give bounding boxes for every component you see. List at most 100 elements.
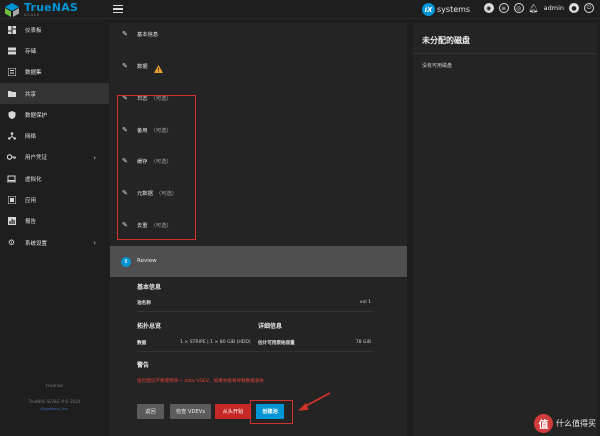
brand-name: TrueNAS: [24, 0, 79, 14]
back-button[interactable]: 返回: [137, 404, 164, 419]
sidebar-item-label: 应用: [25, 198, 37, 205]
datasets-icon: [7, 68, 16, 77]
step-label: 元数据 （可选）: [137, 191, 178, 197]
divider: [137, 351, 374, 352]
truenas-logo[interactable]: TrueNAS SCALE: [4, 1, 78, 18]
reports-icon: [7, 217, 16, 226]
brand-edition: SCALE: [24, 12, 41, 17]
step-label: 数据: [137, 64, 148, 70]
sidebar-item-label: 虚拟化: [25, 176, 42, 183]
section-title-topology: 拓扑总览: [137, 323, 162, 330]
sidebar-item-label: 共享: [25, 91, 37, 98]
truenas-logo-icon: [5, 2, 19, 17]
step-label: 备用 （可选）: [137, 128, 172, 134]
step-label: 日志 （可选）: [137, 96, 172, 102]
pool-name-value: vol 1: [359, 300, 371, 305]
pencil-icon: ✎: [122, 157, 128, 165]
sidebar: 仪表板 存储 数据集 共享 数据保护 网络 用户凭证 › 虚拟化 应用 报告 ⚙…: [0, 19, 109, 436]
ix-logo-mark: iX: [422, 3, 435, 16]
sidebar-item-label: 网络: [25, 134, 37, 141]
sidebar-item-datasets[interactable]: 数据集: [0, 62, 109, 83]
step-label: 去重 （可选）: [137, 223, 172, 229]
section-title-warnings: 警告: [137, 362, 150, 369]
pencil-icon: ✎: [122, 126, 128, 134]
unassigned-disks-panel: 未分配的磁盘 没有可用磁盘: [413, 23, 597, 436]
sidebar-item-label: 仪表板: [25, 27, 42, 34]
ix-logo-text: systems: [437, 5, 471, 14]
pencil-icon: ✎: [122, 221, 128, 229]
warning-message: 强烈建议不要使用单一 data VDEV，如果失败将导致数据丢失: [137, 379, 265, 384]
power-icon[interactable]: ⏻: [584, 3, 594, 13]
storage-icon: [7, 46, 16, 55]
divider: [137, 311, 374, 312]
pencil-icon: ✎: [122, 189, 128, 197]
sidebar-item-shares[interactable]: 共享: [0, 82, 109, 105]
step-label: 基本信息: [137, 32, 159, 38]
empty-state-text: 没有可用磁盘: [422, 63, 453, 69]
chevron-right-icon: ›: [93, 238, 96, 247]
optional-steps-highlight: [117, 95, 196, 240]
shares-icon: [7, 89, 16, 98]
step-label: Review: [137, 258, 157, 264]
sidebar-item-network[interactable]: 网络: [0, 125, 109, 146]
ixsystems-logo[interactable]: iX systems: [422, 2, 470, 17]
sidebar-item-reports[interactable]: 报告: [0, 211, 109, 232]
inspect-vdevs-button[interactable]: 检查 VDEVs: [170, 404, 211, 419]
shield-icon: [7, 110, 16, 119]
top-bar: TrueNAS SCALE iX systems ◉ ≡ ◎ 🔔︎ admin …: [0, 0, 600, 19]
optional-tag: （可选）: [150, 223, 172, 229]
dashboard-icon: [7, 25, 16, 34]
warning-icon: [154, 65, 163, 73]
user-name[interactable]: admin: [544, 4, 564, 12]
sidebar-item-label: 数据集: [25, 70, 42, 77]
create-pool-button[interactable]: 创建池: [256, 404, 284, 419]
sidebar-item-storage[interactable]: 存储: [0, 40, 109, 61]
account-icon[interactable]: ●: [569, 3, 579, 13]
company-link[interactable]: iXsystems, Inc.: [0, 406, 109, 411]
version-text: TrueNAS SCALE ®© 2024: [28, 399, 81, 404]
step-review[interactable]: 8 Review: [110, 246, 407, 277]
key-icon: [7, 153, 16, 162]
sidebar-item-label: 系统设置: [25, 240, 48, 247]
section-title-general-info: 基本信息: [137, 284, 162, 291]
divider: [413, 53, 597, 54]
section-title-details: 详细信息: [258, 323, 283, 330]
watermark: 值 什么值得买: [534, 414, 596, 433]
hostname: truenas: [45, 384, 64, 389]
jobs-icon[interactable]: ◎: [513, 3, 524, 13]
watermark-text: 什么值得买: [556, 419, 596, 428]
pencil-icon: ✎: [122, 62, 128, 70]
chevron-right-icon: ›: [93, 153, 96, 162]
data-topology-label: 数据: [137, 341, 147, 346]
sidebar-item-data-protection[interactable]: 数据保护: [0, 104, 109, 125]
step-number-badge: 8: [121, 257, 131, 267]
watermark-logo: 值: [534, 414, 553, 433]
optional-tag: （可选）: [155, 191, 178, 197]
apps-icon: [7, 196, 16, 205]
sidebar-item-label: 数据保护: [25, 112, 48, 119]
top-actions: ◉ ≡ ◎ 🔔︎ admin ● ⏻: [483, 3, 594, 13]
truenas-app: TrueNAS SCALE iX systems ◉ ≡ ◎ 🔔︎ admin …: [0, 0, 600, 436]
sidebar-item-system-settings[interactable]: ⚙ 系统设置 ›: [0, 232, 109, 253]
clipboard-icon[interactable]: ≡: [498, 3, 509, 13]
laptop-icon: [7, 174, 16, 183]
pencil-icon: ✎: [122, 94, 128, 102]
sidebar-item-credentials[interactable]: 用户凭证 ›: [0, 147, 109, 168]
sidebar-item-dashboard[interactable]: 仪表板: [0, 19, 109, 40]
sidebar-item-apps[interactable]: 应用: [0, 189, 109, 210]
sidebar-item-label: 存储: [25, 48, 37, 55]
raw-capacity-label: 估计可用原始容量: [258, 341, 295, 346]
sidebar-item-label: 用户凭证: [25, 155, 48, 162]
optional-tag: （可选）: [150, 159, 172, 165]
gear-icon: ⚙: [7, 238, 16, 248]
truecommand-icon[interactable]: ◉: [483, 3, 494, 13]
arrow-annotation-icon: [298, 392, 331, 411]
pool-creation-wizard: ✎ 基本信息 ✎ 数据 ✎ 日志 （可选） ✎ 备用 （可选） ✎ 缓存 （可选） ✎: [110, 23, 407, 436]
network-icon: [7, 132, 16, 141]
menu-toggle-icon[interactable]: [113, 4, 123, 14]
panel-title: 未分配的磁盘: [422, 36, 470, 45]
sidebar-item-virtualization[interactable]: 虚拟化: [0, 168, 109, 189]
raw-capacity-value: 78 GiB: [355, 340, 371, 345]
start-over-button[interactable]: 从头开始: [215, 404, 251, 419]
bell-icon[interactable]: 🔔︎: [529, 3, 539, 13]
